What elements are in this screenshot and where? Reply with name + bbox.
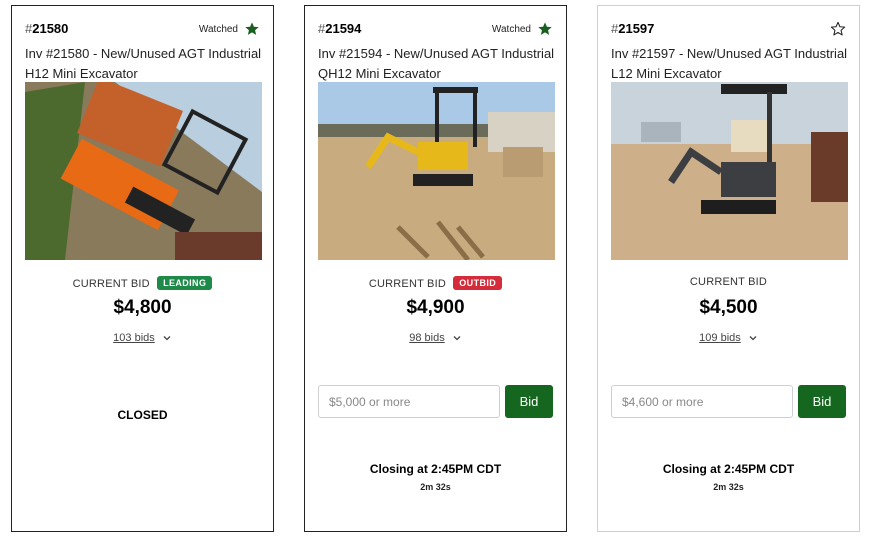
current-bid-label: CURRENT BID xyxy=(368,278,446,290)
lot-card-21594: #21594 Watched Inv #21594 - New/Unused A… xyxy=(304,5,567,532)
lot-title[interactable]: Inv #21580 - New/Unused AGT Industrial H… xyxy=(25,44,263,84)
lot-number: #21594 xyxy=(318,21,362,36)
countdown-timer: 2m 32s xyxy=(420,482,451,492)
current-bid-amount: $4,500 xyxy=(699,297,758,318)
lot-number: #21597 xyxy=(611,21,655,36)
watch-toggle[interactable]: Watched xyxy=(199,21,260,37)
bid-button[interactable]: Bid xyxy=(798,385,846,418)
lot-card-21580: #21580 Watched Inv #21580 - New/Unused A… xyxy=(11,5,274,532)
lot-number: #21580 xyxy=(25,21,69,36)
star-filled-icon[interactable] xyxy=(244,21,260,37)
bid-amount-input[interactable] xyxy=(318,385,500,418)
lot-title[interactable]: Inv #21594 - New/Unused AGT Industrial Q… xyxy=(318,44,556,84)
watched-label: Watched xyxy=(198,23,238,35)
bids-count-link[interactable]: 109 bids xyxy=(699,332,741,344)
watched-label: Watched xyxy=(491,23,531,35)
bid-amount-input[interactable] xyxy=(611,385,793,418)
current-bid-amount: $4,800 xyxy=(113,297,172,318)
bid-history[interactable]: 103 bids xyxy=(12,332,273,344)
chevron-down-icon[interactable] xyxy=(162,333,172,343)
star-outline-icon[interactable] xyxy=(830,21,846,37)
current-bid-amount: $4,900 xyxy=(406,297,465,318)
watch-toggle[interactable]: Watched xyxy=(492,21,553,37)
countdown-timer: 2m 32s xyxy=(713,482,744,492)
lot-photo[interactable] xyxy=(25,82,262,260)
watch-toggle[interactable] xyxy=(830,21,846,37)
outbid-badge: OUTBID xyxy=(453,276,503,290)
lot-title[interactable]: Inv #21597 - New/Unused AGT Industrial L… xyxy=(611,44,849,84)
bid-history[interactable]: 109 bids xyxy=(598,332,859,344)
bid-button[interactable]: Bid xyxy=(505,385,553,418)
star-filled-icon[interactable] xyxy=(537,21,553,37)
current-bid-row: CURRENT BID xyxy=(598,276,859,288)
bid-form: Bid xyxy=(611,385,846,418)
current-bid-row: CURRENT BID LEADING xyxy=(12,276,273,290)
closed-status: CLOSED xyxy=(117,408,168,422)
chevron-down-icon[interactable] xyxy=(452,333,462,343)
bid-form: Bid xyxy=(318,385,553,418)
lot-card-21597: #21597 Inv #21597 - New/Unused AGT Indus… xyxy=(597,5,860,532)
current-bid-label: CURRENT BID xyxy=(689,276,768,288)
lot-photo[interactable] xyxy=(611,82,848,260)
closing-time: Closing at 2:45PM CDT xyxy=(662,462,795,476)
bid-history[interactable]: 98 bids xyxy=(305,332,566,344)
current-bid-label: CURRENT BID xyxy=(72,278,150,290)
closing-time: Closing at 2:45PM CDT xyxy=(369,462,502,476)
lot-photo[interactable] xyxy=(318,82,555,260)
bids-count-link[interactable]: 103 bids xyxy=(113,332,155,344)
leading-badge: LEADING xyxy=(157,276,213,290)
current-bid-row: CURRENT BID OUTBID xyxy=(305,276,566,290)
bids-count-link[interactable]: 98 bids xyxy=(409,332,444,344)
chevron-down-icon[interactable] xyxy=(748,333,758,343)
